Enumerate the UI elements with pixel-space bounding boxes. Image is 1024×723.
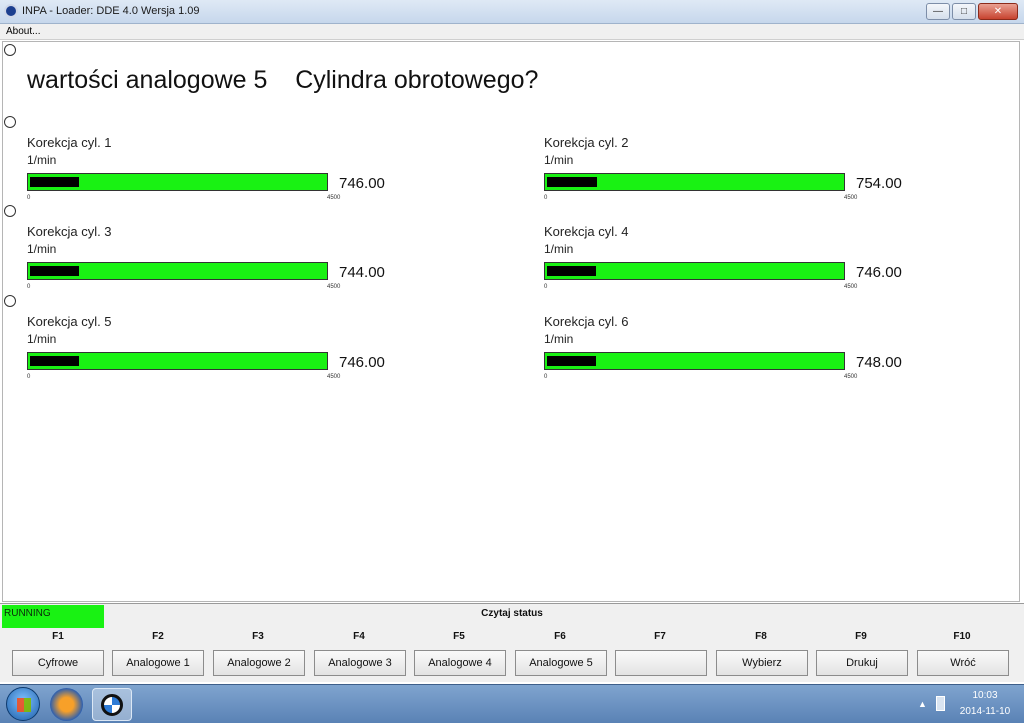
gauge-cyl-2: Korekcja cyl. 2 1/min 754.00 0 4500 [544, 135, 924, 207]
gauge-min: 0 [27, 284, 31, 290]
gauge-fill [30, 356, 79, 366]
client-area: wartości analogowe 5 Cylindra obrotowego… [2, 41, 1020, 602]
gauge-value: 746.00 [339, 175, 385, 192]
f9-drukuj-button[interactable]: Drukuj [816, 650, 908, 676]
gauge-max: 4500 [844, 195, 858, 201]
gauge-label: Korekcja cyl. 3 [27, 224, 112, 239]
gauge-bar [544, 262, 845, 280]
gauge-min: 0 [544, 195, 548, 201]
fkey-label-f2: F2 [152, 631, 164, 642]
window-controls: — □ ✕ [926, 3, 1018, 20]
fkey-label-f3: F3 [252, 631, 264, 642]
windows-start-icon[interactable] [6, 687, 40, 721]
gauge-fill [547, 356, 596, 366]
gauge-label: Korekcja cyl. 5 [27, 314, 112, 329]
gauge-min: 0 [27, 195, 31, 201]
f6-analogowe-5-button[interactable]: Analogowe 5 [515, 650, 607, 676]
gauge-bar [27, 352, 328, 370]
battery-icon[interactable] [936, 696, 945, 711]
gauge-fill [30, 177, 79, 187]
page-title: wartości analogowe 5 Cylindra obrotowego… [27, 66, 539, 94]
gauge-max: 4500 [844, 284, 858, 290]
f8-wybierz-button[interactable]: Wybierz [716, 650, 808, 676]
gauge-min: 0 [27, 374, 31, 380]
gauge-fill [30, 266, 79, 276]
gauge-value: 746.00 [339, 354, 385, 371]
fkey-label-f8: F8 [755, 631, 767, 642]
bmw-logo-icon [101, 694, 123, 716]
f4-analogowe-3-button[interactable]: Analogowe 3 [314, 650, 406, 676]
gauge-bar [544, 173, 845, 191]
gauge-bar [544, 352, 845, 370]
fkey-label-f7: F7 [654, 631, 666, 642]
gauge-label: Korekcja cyl. 1 [27, 135, 112, 150]
row-indicator-2[interactable] [4, 116, 16, 128]
close-button[interactable]: ✕ [978, 3, 1018, 20]
gauge-label: Korekcja cyl. 2 [544, 135, 629, 150]
gauge-cyl-6: Korekcja cyl. 6 1/min 748.00 0 4500 [544, 314, 924, 386]
gauge-cyl-4: Korekcja cyl. 4 1/min 746.00 0 4500 [544, 224, 924, 296]
fkey-label-f1: F1 [52, 631, 64, 642]
firefox-icon[interactable] [50, 688, 83, 721]
row-indicator-3[interactable] [4, 205, 16, 217]
gauge-fill [547, 266, 596, 276]
gauge-max: 4500 [327, 374, 341, 380]
gauge-value: 754.00 [856, 175, 902, 192]
gauge-label: Korekcja cyl. 4 [544, 224, 629, 239]
gauge-unit: 1/min [27, 332, 57, 346]
gauge-max: 4500 [327, 284, 341, 290]
minimize-button[interactable]: — [926, 3, 950, 20]
f2-analogowe-1-button[interactable]: Analogowe 1 [112, 650, 204, 676]
fkey-label-f10: F10 [953, 631, 971, 642]
gauge-value: 746.00 [856, 264, 902, 281]
gauge-max: 4500 [327, 195, 341, 201]
gauge-value: 744.00 [339, 264, 385, 281]
gauge-cyl-1: Korekcja cyl. 1 1/min 746.00 0 4500 [27, 135, 407, 207]
windows-flag-icon [17, 698, 31, 712]
gauge-min: 0 [544, 374, 548, 380]
maximize-button[interactable]: □ [952, 3, 976, 20]
gauge-unit: 1/min [544, 332, 574, 346]
f5-analogowe-4-button[interactable]: Analogowe 4 [414, 650, 506, 676]
gauge-max: 4500 [844, 374, 858, 380]
gauge-unit: 1/min [27, 242, 57, 256]
f3-analogowe-2-button[interactable]: Analogowe 2 [213, 650, 305, 676]
taskbar: ▲ 10:03 2014-11-10 [0, 684, 1024, 723]
bmw-app-icon[interactable] [4, 4, 18, 18]
title-bar: INPA - Loader: DDE 4.0 Wersja 1.09 — □ ✕ [0, 0, 1024, 24]
row-indicator-1[interactable] [4, 44, 16, 56]
clock-date[interactable]: 2014-11-10 [950, 706, 1020, 717]
gauge-bar [27, 173, 328, 191]
gauge-cyl-3: Korekcja cyl. 3 1/min 744.00 0 4500 [27, 224, 407, 296]
fkey-label-f9: F9 [855, 631, 867, 642]
fkey-label-f4: F4 [353, 631, 365, 642]
clock-time[interactable]: 10:03 [950, 690, 1020, 701]
gauge-label: Korekcja cyl. 6 [544, 314, 629, 329]
status-action: Czytaj status [481, 608, 543, 619]
minimize-icon: — [933, 6, 943, 17]
f1-cyfrowe-button[interactable]: Cyfrowe [12, 650, 104, 676]
row-indicator-4[interactable] [4, 295, 16, 307]
gauge-min: 0 [544, 284, 548, 290]
menu-bar: About... [0, 24, 1024, 40]
gauge-fill [547, 177, 597, 187]
bmw-inpa-icon[interactable] [92, 688, 132, 721]
menu-about[interactable]: About... [6, 26, 40, 37]
fkey-label-f6: F6 [554, 631, 566, 642]
f10-wroc-button[interactable]: Wróć [917, 650, 1009, 676]
fkey-label-f5: F5 [453, 631, 465, 642]
gauge-cyl-5: Korekcja cyl. 5 1/min 746.00 0 4500 [27, 314, 407, 386]
gauge-value: 748.00 [856, 354, 902, 371]
close-icon: ✕ [993, 6, 1003, 17]
tray-expand-icon[interactable]: ▲ [918, 699, 927, 709]
maximize-icon: □ [960, 6, 968, 17]
f7-empty-button[interactable] [615, 650, 707, 676]
gauge-bar [27, 262, 328, 280]
gauge-unit: 1/min [544, 242, 574, 256]
gauge-unit: 1/min [27, 153, 57, 167]
gauge-unit: 1/min [544, 153, 574, 167]
function-key-panel: RUNNING Czytaj status F1 F2 F3 F4 F5 F6 … [0, 603, 1024, 682]
window-title: INPA - Loader: DDE 4.0 Wersja 1.09 [22, 5, 200, 17]
